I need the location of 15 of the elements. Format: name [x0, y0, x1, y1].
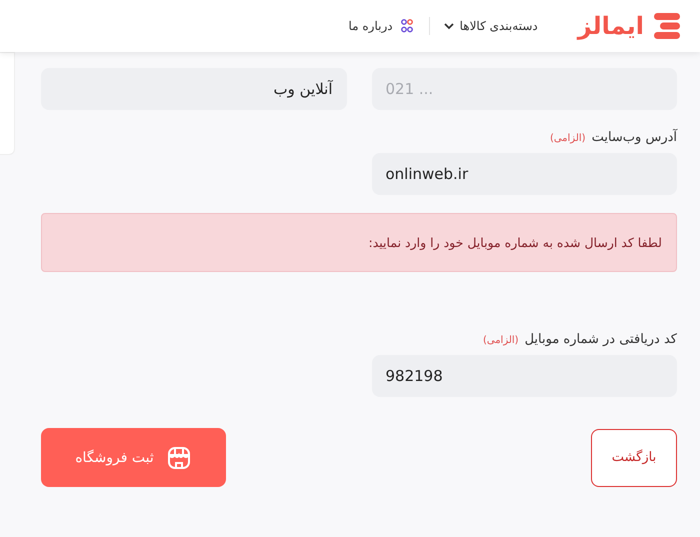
field-label: کد دریافتی در شماره موبایل — [524, 332, 677, 347]
alert-message: لطفا کد ارسال شده به شماره موبایل خود را وارد نمایید: — [41, 213, 677, 272]
phone-field[interactable]: 021 ... — [372, 68, 677, 110]
back-button[interactable]: بازگشت — [591, 428, 677, 486]
required-note: (الزامی) — [482, 335, 519, 346]
required-note: (الزامی) — [550, 133, 586, 144]
shop-icon — [166, 444, 192, 470]
website-field[interactable]: onlinweb.ir — [372, 153, 677, 195]
field-label: آدرس وب‌سایت — [592, 130, 677, 145]
code-field[interactable]: 982198 — [372, 355, 677, 397]
people-icon — [398, 18, 415, 34]
nav-link[interactable]: درباره ما — [348, 18, 415, 34]
logo-icon — [652, 11, 682, 41]
chevron-down-icon — [444, 22, 454, 30]
category-menu[interactable]: دسته‌بندی کالاها — [444, 19, 538, 33]
